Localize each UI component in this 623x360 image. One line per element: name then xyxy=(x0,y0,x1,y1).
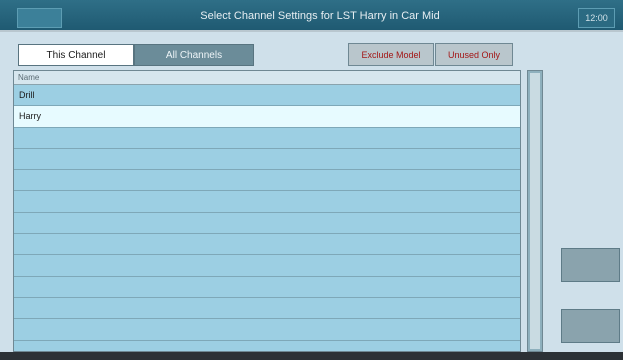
list-item[interactable] xyxy=(14,191,520,213)
list-item[interactable] xyxy=(14,234,520,256)
list-item-selected[interactable]: Harry xyxy=(14,106,520,128)
unused-only-button[interactable]: Unused Only xyxy=(435,43,513,66)
page-title: Select Channel Settings for LST Harry in… xyxy=(200,10,440,22)
list-item[interactable] xyxy=(14,170,520,192)
menu-button[interactable] xyxy=(17,8,62,28)
list-item[interactable] xyxy=(14,148,520,171)
list-item[interactable] xyxy=(14,127,520,149)
list-item[interactable]: Drill xyxy=(14,85,520,107)
channel-list: Name Drill Harry xyxy=(13,70,521,352)
tab-this-channel[interactable]: This Channel xyxy=(18,44,134,66)
exclude-model-button[interactable]: Exclude Model xyxy=(348,43,434,66)
tab-all-channels[interactable]: All Channels xyxy=(134,44,254,66)
title-bar: Select Channel Settings for LST Harry in… xyxy=(0,0,623,32)
vertical-scrollbar[interactable] xyxy=(527,70,543,352)
list-item[interactable] xyxy=(14,319,520,341)
bottom-bar xyxy=(0,352,623,360)
list-item[interactable] xyxy=(14,255,520,277)
scrollbar-track[interactable] xyxy=(530,73,540,349)
column-header-name: Name xyxy=(14,71,520,85)
side-action-button-2[interactable] xyxy=(561,309,620,343)
list-item[interactable] xyxy=(14,212,520,235)
list-item[interactable] xyxy=(14,297,520,320)
list-item[interactable] xyxy=(14,276,520,298)
side-action-button-1[interactable] xyxy=(561,248,620,282)
clock: 12:00 xyxy=(578,8,615,28)
